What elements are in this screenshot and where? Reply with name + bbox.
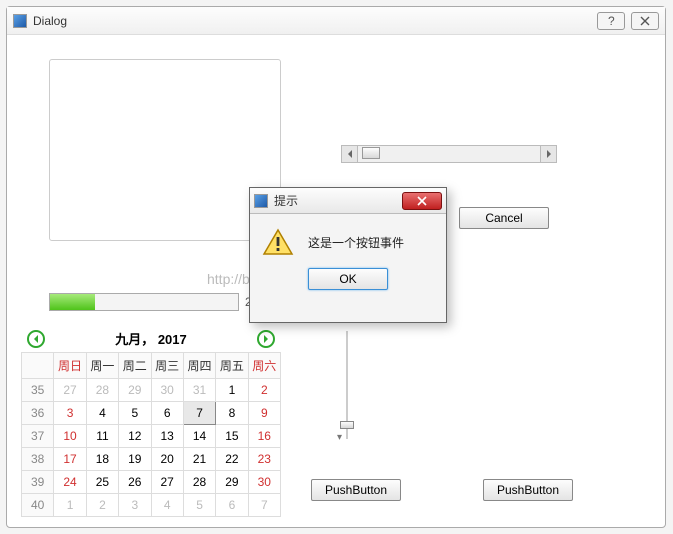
push-button-label: PushButton <box>325 483 387 497</box>
window-title: Dialog <box>33 14 597 28</box>
day-header: 周四 <box>183 353 215 379</box>
message-box: 提示 这是一个按钮事件 OK <box>249 187 447 323</box>
help-button[interactable]: ? <box>597 12 625 30</box>
calendar-day[interactable]: 2 <box>86 494 118 517</box>
calendar-day[interactable]: 13 <box>151 425 183 448</box>
calendar-widget[interactable]: 九月， 2017 周日 周一 周二 周三 周四 周五 周六 <box>21 325 281 517</box>
calendar-day[interactable]: 4 <box>86 402 118 425</box>
calendar-title: 九月， 2017 <box>115 329 187 348</box>
day-header: 周日 <box>54 353 86 379</box>
calendar-day[interactable]: 11 <box>86 425 118 448</box>
slider-thumb[interactable] <box>340 421 354 429</box>
day-header: 周六 <box>248 353 280 379</box>
message-app-icon <box>254 194 268 208</box>
titlebar: Dialog ? <box>7 7 665 35</box>
week-number: 37 <box>22 425 54 448</box>
calendar-day[interactable]: 26 <box>119 471 151 494</box>
calendar-day[interactable]: 23 <box>248 448 280 471</box>
calendar-day[interactable]: 20 <box>151 448 183 471</box>
calendar-day[interactable]: 5 <box>119 402 151 425</box>
cancel-button[interactable]: Cancel <box>459 207 549 229</box>
calendar-next-button[interactable] <box>257 330 275 348</box>
week-number: 35 <box>22 379 54 402</box>
calendar-day[interactable]: 12 <box>119 425 151 448</box>
message-ok-button[interactable]: OK <box>308 268 388 290</box>
weeknum-header <box>22 353 54 379</box>
message-title: 提示 <box>274 192 402 209</box>
week-number: 39 <box>22 471 54 494</box>
slider-tick-icon: ▾ <box>337 432 342 443</box>
calendar-day[interactable]: 30 <box>248 471 280 494</box>
calendar-day[interactable]: 9 <box>248 402 280 425</box>
calendar-day[interactable]: 4 <box>151 494 183 517</box>
day-header: 周五 <box>216 353 248 379</box>
calendar-day[interactable]: 29 <box>216 471 248 494</box>
message-text: 这是一个按钮事件 <box>308 234 404 251</box>
calendar-day[interactable]: 1 <box>216 379 248 402</box>
week-number: 40 <box>22 494 54 517</box>
day-header: 周二 <box>119 353 151 379</box>
calendar-day[interactable]: 29 <box>119 379 151 402</box>
message-titlebar: 提示 <box>250 188 446 214</box>
scroll-track[interactable] <box>358 146 540 162</box>
scroll-thumb[interactable] <box>362 147 380 159</box>
calendar-day[interactable]: 5 <box>183 494 215 517</box>
list-box[interactable] <box>49 59 281 241</box>
calendar-day[interactable]: 6 <box>216 494 248 517</box>
calendar-day[interactable]: 3 <box>119 494 151 517</box>
progress-bar <box>49 293 239 311</box>
push-button-2[interactable]: PushButton <box>483 479 573 501</box>
calendar-day[interactable]: 19 <box>119 448 151 471</box>
calendar-day[interactable]: 15 <box>216 425 248 448</box>
calendar-day[interactable]: 24 <box>54 471 86 494</box>
calendar-day[interactable]: 6 <box>151 402 183 425</box>
calendar-day[interactable]: 7 <box>248 494 280 517</box>
day-header: 周三 <box>151 353 183 379</box>
calendar-day[interactable]: 8 <box>216 402 248 425</box>
calendar-day[interactable]: 10 <box>54 425 86 448</box>
cancel-label: Cancel <box>485 211 522 225</box>
week-number: 36 <box>22 402 54 425</box>
calendar-day[interactable]: 28 <box>183 471 215 494</box>
vertical-slider[interactable]: ▾ <box>337 331 357 439</box>
calendar-day[interactable]: 30 <box>151 379 183 402</box>
client-area: Cancel 24 http://blog.csdn.net/gucunlin … <box>7 35 665 527</box>
week-number: 38 <box>22 448 54 471</box>
calendar-grid: 周日 周一 周二 周三 周四 周五 周六 3527282930311236345… <box>21 352 281 517</box>
main-dialog: Dialog ? Cancel <box>6 6 666 528</box>
message-close-button[interactable] <box>402 192 442 210</box>
svg-text:?: ? <box>608 15 615 27</box>
push-button-1[interactable]: PushButton <box>311 479 401 501</box>
progress-fill <box>50 294 95 310</box>
calendar-day[interactable]: 1 <box>54 494 86 517</box>
day-header: 周一 <box>86 353 118 379</box>
calendar-day[interactable]: 31 <box>183 379 215 402</box>
calendar-day[interactable]: 14 <box>183 425 215 448</box>
calendar-day[interactable]: 21 <box>183 448 215 471</box>
calendar-day[interactable]: 18 <box>86 448 118 471</box>
warning-icon <box>262 228 294 256</box>
calendar-day[interactable]: 28 <box>86 379 118 402</box>
horizontal-scrollbar[interactable] <box>341 145 557 163</box>
calendar-prev-button[interactable] <box>27 330 45 348</box>
ok-label: OK <box>339 272 356 286</box>
push-button-label: PushButton <box>497 483 559 497</box>
calendar-day[interactable]: 25 <box>86 471 118 494</box>
calendar-day[interactable]: 7 <box>183 402 215 425</box>
calendar-day[interactable]: 3 <box>54 402 86 425</box>
calendar-day[interactable]: 2 <box>248 379 280 402</box>
calendar-day[interactable]: 27 <box>151 471 183 494</box>
scroll-left-icon[interactable] <box>342 146 358 162</box>
calendar-day[interactable]: 16 <box>248 425 280 448</box>
scroll-right-icon[interactable] <box>540 146 556 162</box>
calendar-day[interactable]: 27 <box>54 379 86 402</box>
close-button[interactable] <box>631 12 659 30</box>
app-icon <box>13 14 27 28</box>
calendar-day[interactable]: 17 <box>54 448 86 471</box>
calendar-day[interactable]: 22 <box>216 448 248 471</box>
